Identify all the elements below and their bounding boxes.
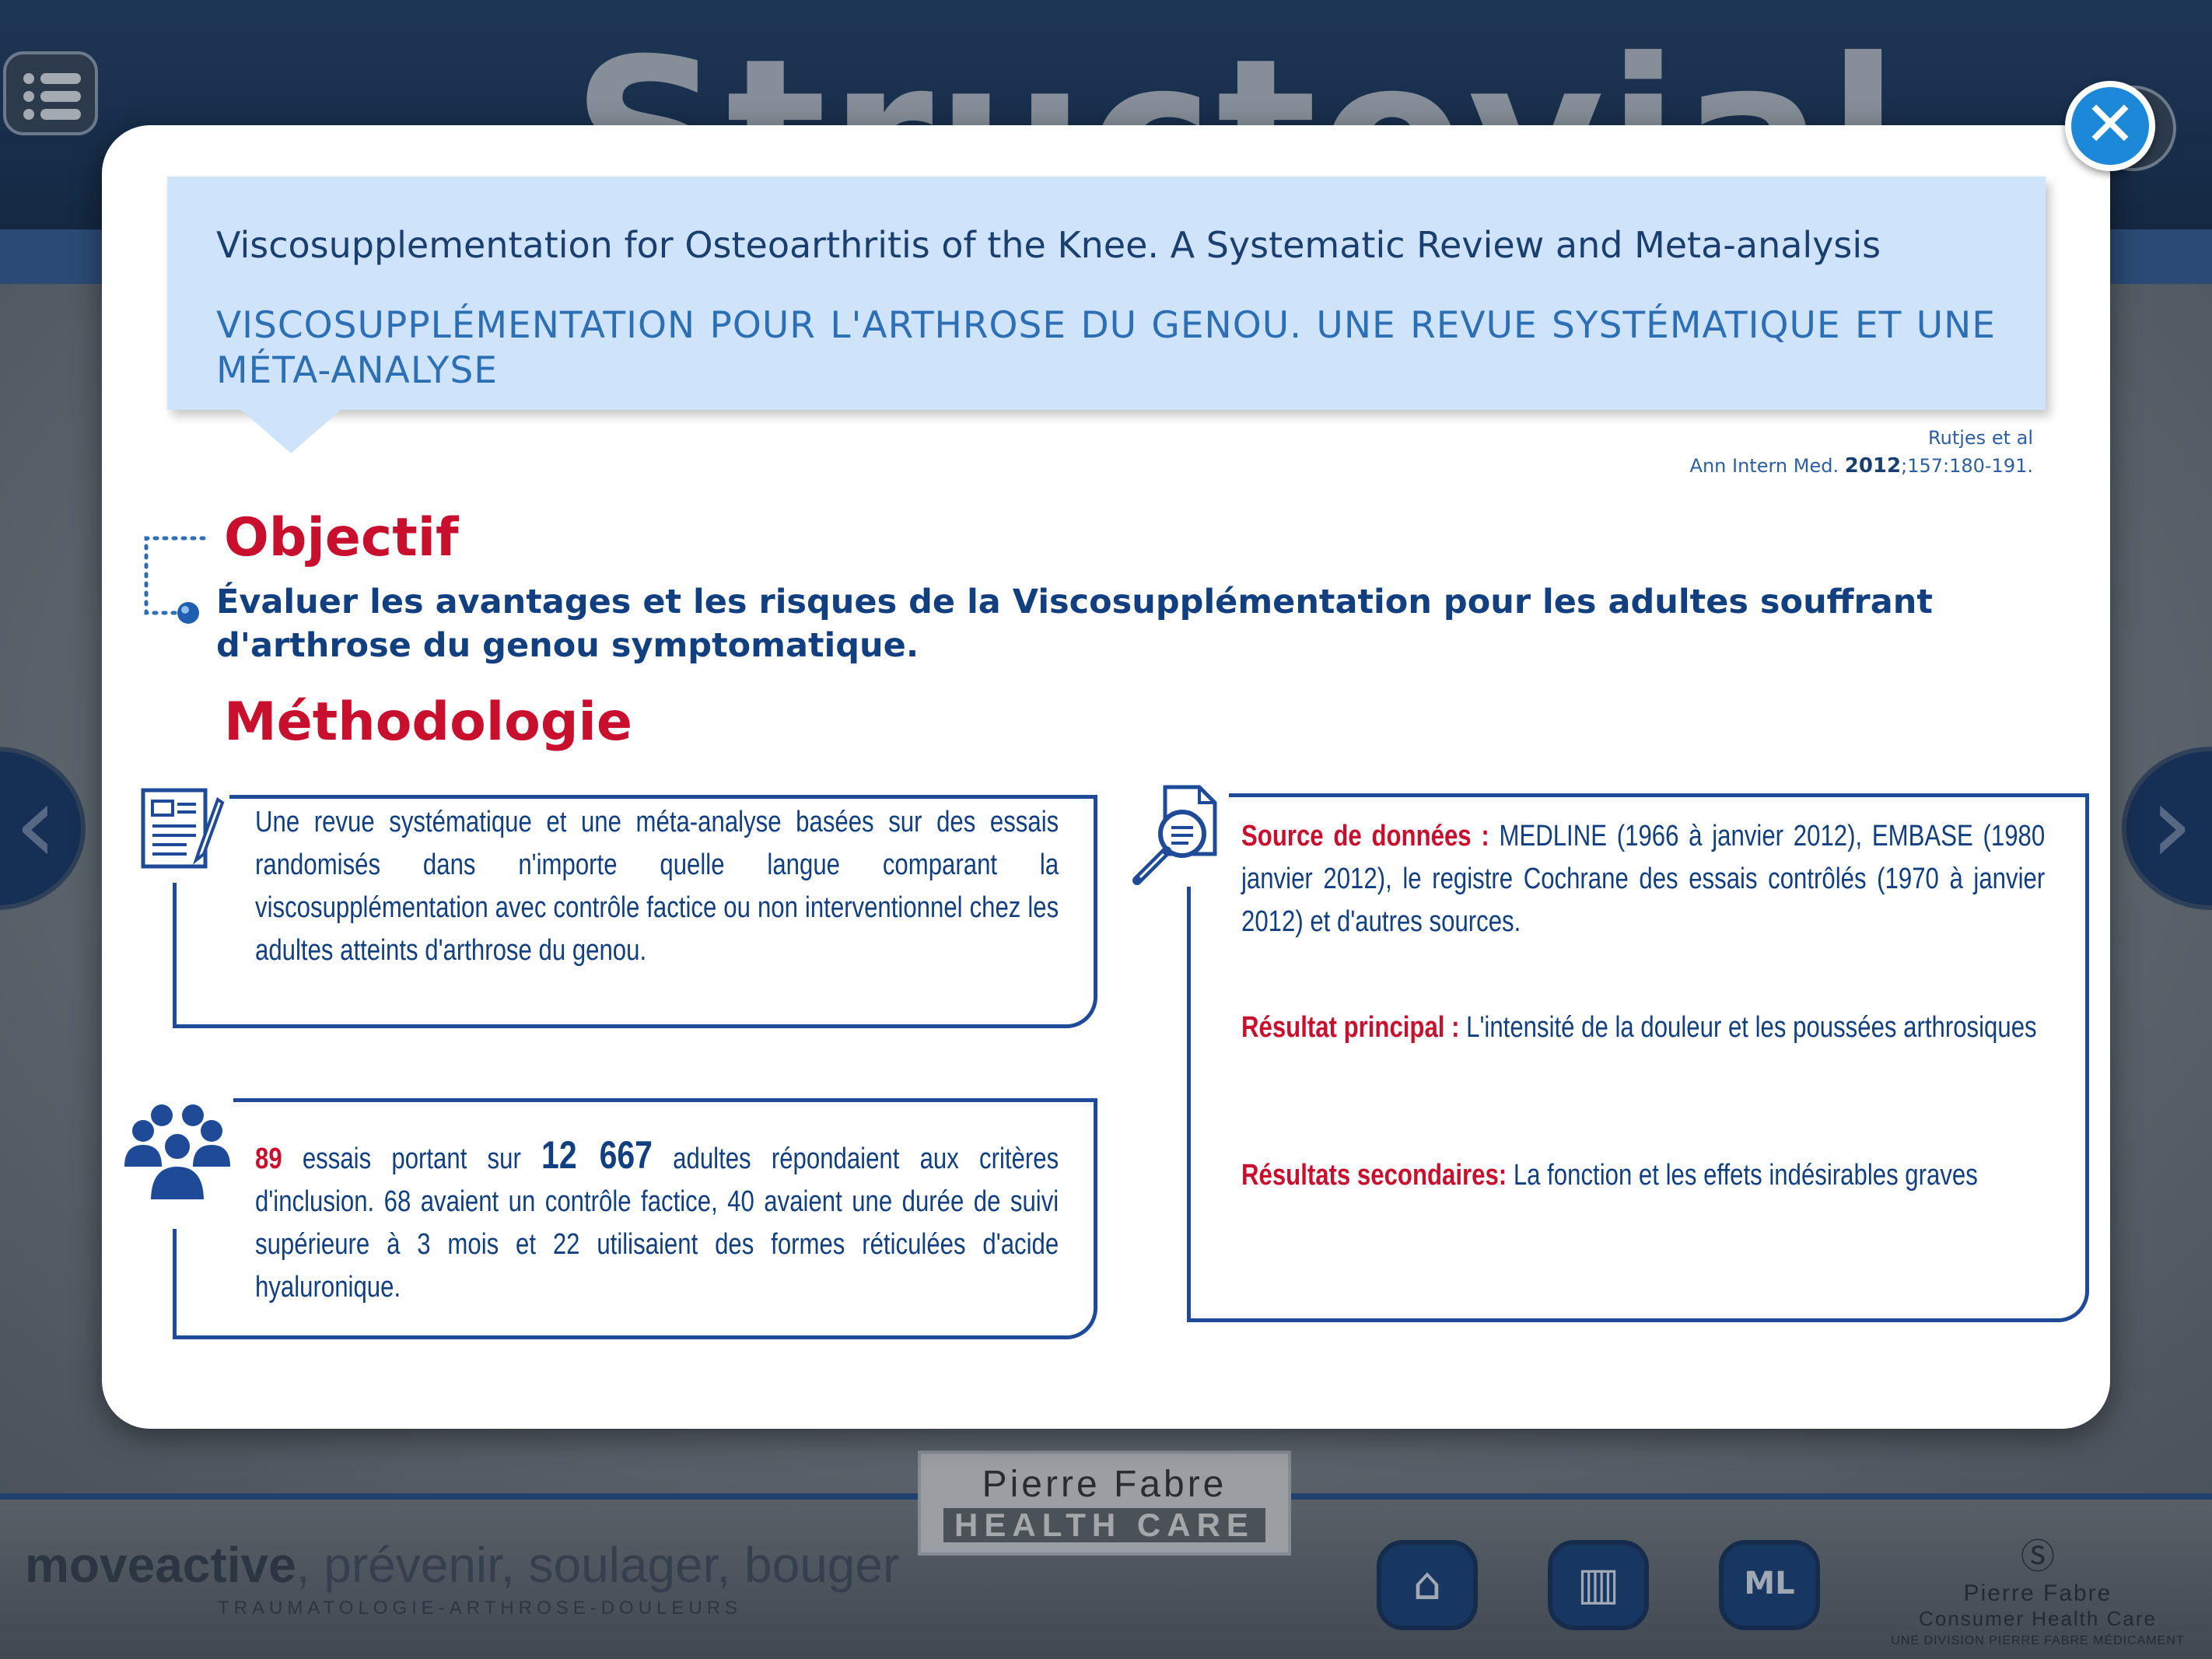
citation-authors: Rutjes et al: [1928, 427, 2033, 449]
data-source-text: Source de données : MEDLINE (1966 à janv…: [1241, 820, 2046, 938]
document-search-icon: [1132, 785, 1217, 885]
study-title-french: VISCOSUPPLÉMENTATION POUR L'ARTHROSE DU …: [216, 304, 1996, 392]
study-design-text: Une revue systématique et une méta-analy…: [255, 806, 1059, 967]
trials-count: 89: [255, 1143, 282, 1175]
main-outcome-label: Résultat principal :: [1241, 1011, 1467, 1044]
participants-text: 89 essais portant sur 12 667 adultes rép…: [255, 1133, 1059, 1304]
study-title-english: Viscosupplementation for Osteoarthritis …: [216, 224, 1881, 266]
close-button[interactable]: ✕: [2065, 81, 2155, 171]
methodologie-heading: Méthodologie: [224, 691, 632, 753]
adults-count: 12 667: [541, 1133, 653, 1177]
main-outcome-text: Résultat principal : L'intensité de la d…: [1241, 1011, 2037, 1044]
secondary-outcome-label: Résultats secondaires:: [1241, 1159, 1514, 1192]
title-card-pointer: [241, 410, 341, 453]
objectif-text: Évaluer les avantages et les risques de …: [216, 583, 1933, 665]
box-border: [226, 795, 1097, 799]
box-border: [1229, 793, 2089, 797]
citation-year: 2012: [1844, 454, 1902, 478]
close-icon: ✕: [2084, 88, 2137, 160]
box-border: [226, 1098, 1097, 1102]
citation-source: Ann Intern Med. 2012;157:180-191.: [1689, 454, 2033, 478]
group-of-people-icon: [124, 1104, 230, 1202]
secondary-outcome-text: Résultats secondaires: La fonction et le…: [1241, 1159, 1978, 1192]
objectif-heading: Objectif: [224, 507, 459, 569]
document-icon: [141, 788, 225, 869]
data-source-label: Source de données :: [1241, 820, 1500, 852]
citation: Rutjes et al Ann Intern Med. 2012;157:18…: [1690, 424, 2033, 480]
connector-icon: [144, 536, 206, 624]
